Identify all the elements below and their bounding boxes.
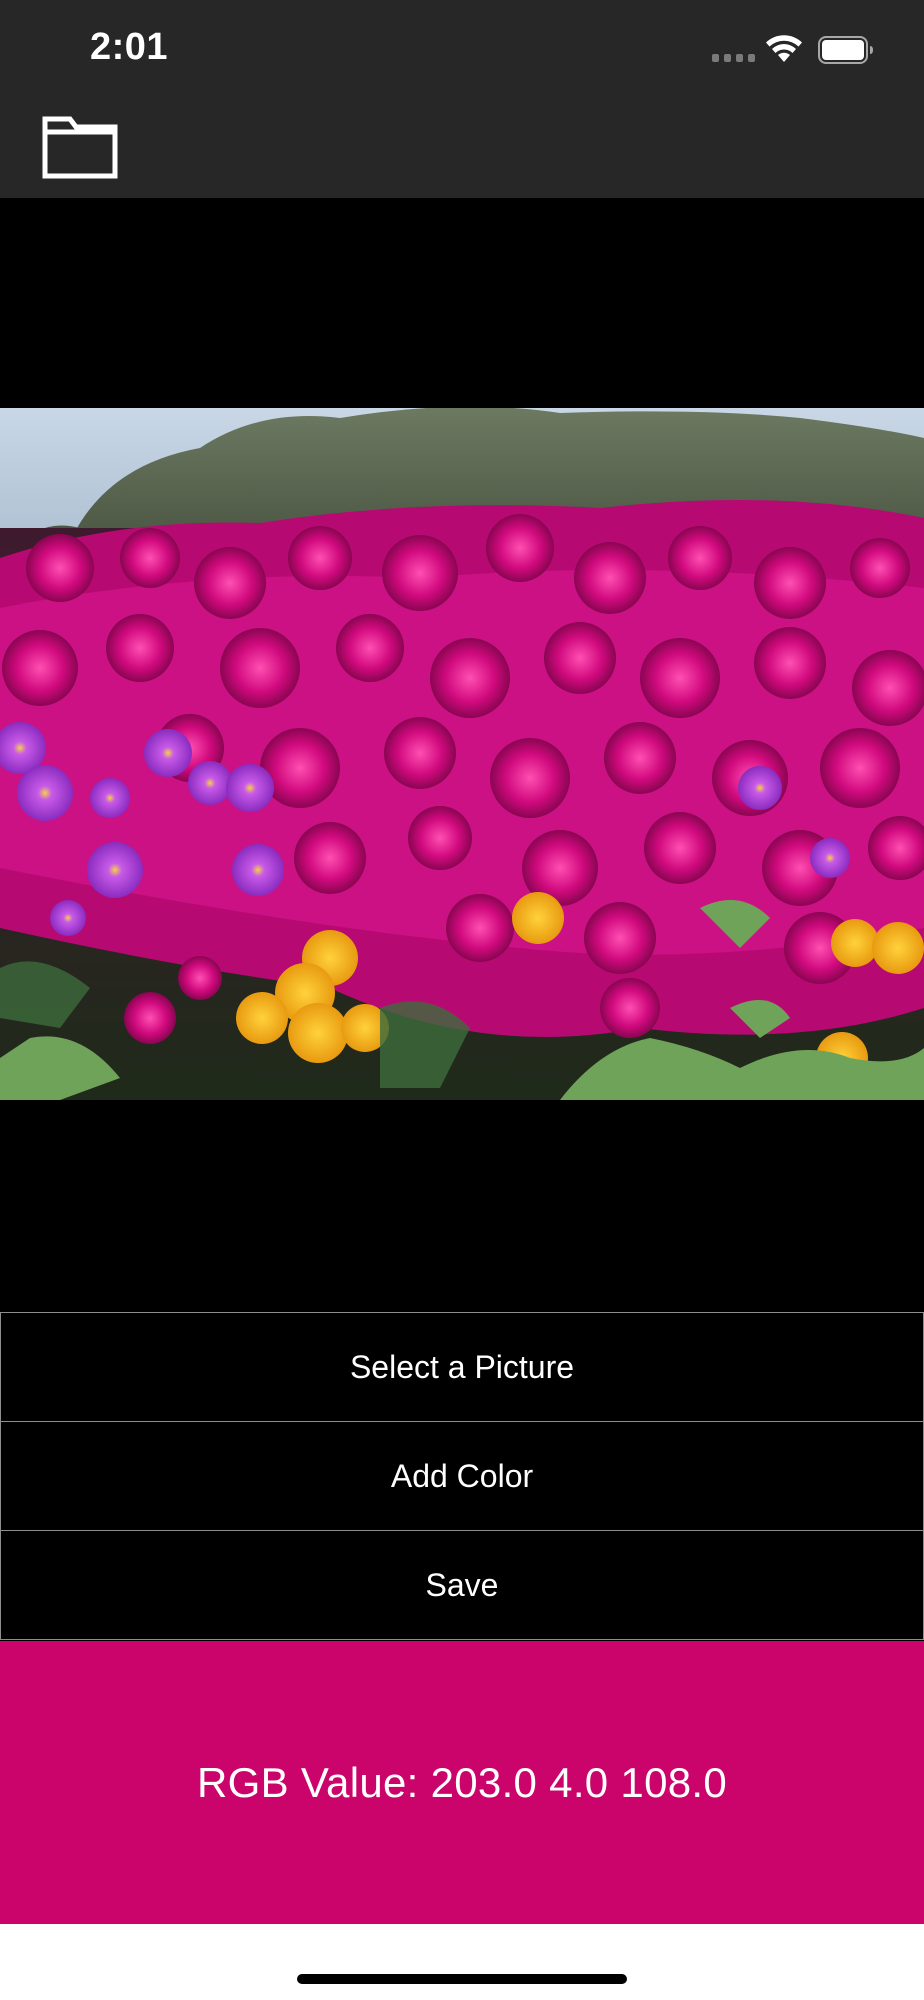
screen: 2:01 Select a Picture Add Color Save RGB… bbox=[0, 0, 924, 2000]
save-button[interactable]: Save bbox=[0, 1530, 924, 1640]
select-picture-button[interactable]: Select a Picture bbox=[0, 1312, 924, 1422]
rgb-value-label: RGB Value: 203.0 4.0 108.0 bbox=[196, 1758, 728, 1806]
nav-bar bbox=[0, 100, 924, 198]
home-indicator[interactable] bbox=[297, 1974, 627, 1984]
image-area bbox=[0, 198, 924, 1312]
battery-icon bbox=[818, 36, 873, 64]
status-time: 2:01 bbox=[90, 26, 169, 68]
wifi-icon bbox=[766, 35, 802, 62]
color-preview-panel: RGB Value: 203.0 4.0 108.0 bbox=[0, 1641, 924, 1924]
flower-photo[interactable] bbox=[0, 408, 924, 1100]
add-color-button[interactable]: Add Color bbox=[0, 1421, 924, 1531]
home-area bbox=[0, 1924, 924, 2000]
status-bar: 2:01 bbox=[0, 0, 924, 100]
signal-icon bbox=[712, 54, 756, 62]
folder-icon[interactable] bbox=[42, 114, 118, 180]
